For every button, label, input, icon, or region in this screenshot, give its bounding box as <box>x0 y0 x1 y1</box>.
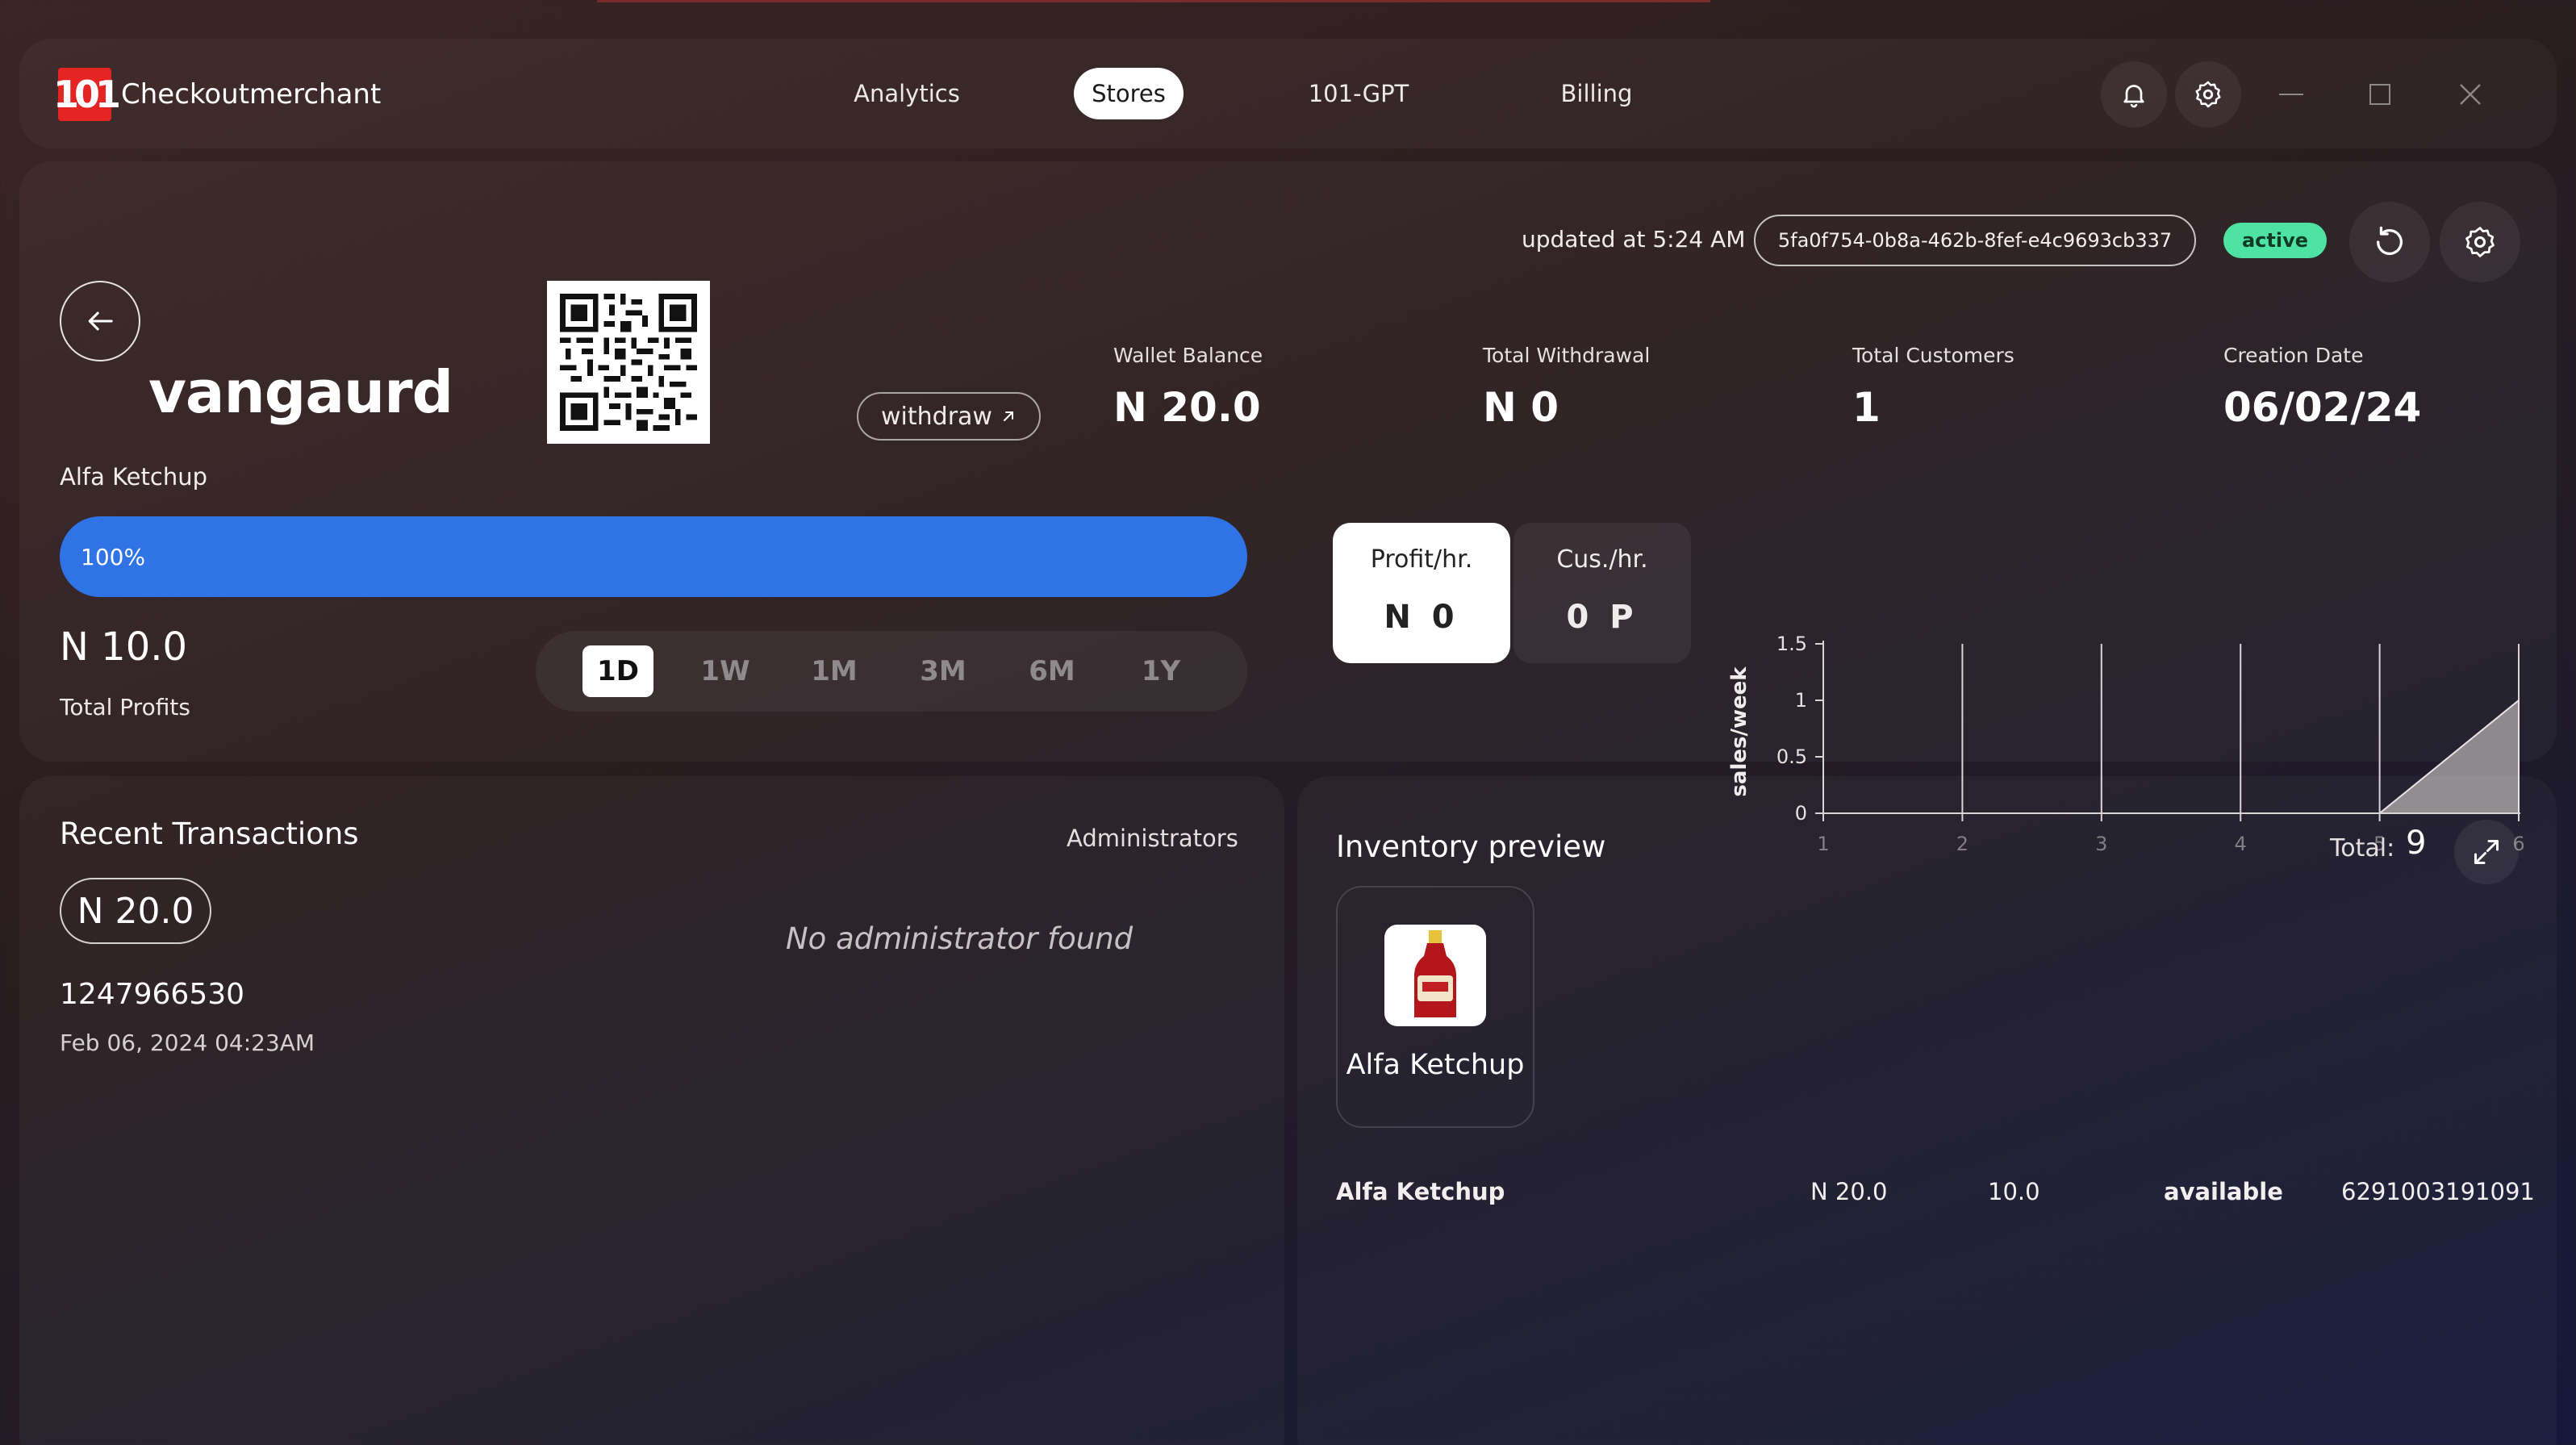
settings-button[interactable] <box>2175 61 2241 127</box>
range-1w[interactable]: 1W <box>689 645 762 697</box>
no-administrator-message: No administrator found <box>786 921 1134 956</box>
inventory-panel: Inventory preview Total: 9 Alfa Ketchup … <box>1297 776 2557 1445</box>
top-product-label: Alfa Ketchup <box>60 463 207 491</box>
refresh-button[interactable] <box>2349 202 2430 282</box>
withdraw-button[interactable]: withdraw <box>857 392 1041 441</box>
recent-transactions-title: Recent Transactions <box>60 816 359 851</box>
back-button[interactable] <box>60 281 140 361</box>
chart-y-tick-label: 0.5 <box>1776 745 1807 768</box>
total-profits-value: N 10.0 <box>60 624 188 670</box>
creation-date-value: 06/02/24 <box>2223 384 2422 431</box>
progress-percent: 100% <box>81 544 146 570</box>
store-qr-code[interactable] <box>547 281 710 444</box>
app-name: Checkoutmerchant <box>121 78 382 111</box>
product-progress-bar: 100% <box>60 516 1247 597</box>
wallet-balance-label: Wallet Balance <box>1113 344 1263 367</box>
store-settings-button[interactable] <box>2440 202 2520 282</box>
refresh-icon <box>2376 226 2403 255</box>
total-customers-label: Total Customers <box>1852 344 2014 367</box>
profit-per-hour-value: N 0 <box>1384 599 1459 636</box>
close-icon <box>2460 84 2481 105</box>
expand-inventory-button[interactable] <box>2454 820 2519 884</box>
inventory-total-label: Total: <box>2330 834 2395 862</box>
expand-icon <box>2474 840 2499 864</box>
ketchup-bottle-icon <box>1414 930 1456 1017</box>
inventory-row-name: Alfa Ketchup <box>1336 1178 1505 1205</box>
withdraw-label: withdraw <box>881 402 992 431</box>
top-navbar: 101 Checkoutmerchant Analytics Stores 10… <box>19 39 2557 148</box>
logo-mark: 101 <box>53 68 121 121</box>
close-button[interactable] <box>2454 74 2486 115</box>
transactions-panel: Recent Transactions N 20.0 1247966530 Fe… <box>19 776 1284 1445</box>
range-1m[interactable]: 1M <box>798 645 870 697</box>
nav-101-gpt[interactable]: 101-GPT <box>1294 68 1423 119</box>
status-badge: active <box>2223 223 2327 258</box>
nav-billing[interactable]: Billing <box>1544 68 1649 119</box>
transaction-amount[interactable]: N 20.0 <box>60 878 211 944</box>
time-range-selector: 1D 1W 1M 3M 6M 1Y <box>536 631 1247 712</box>
range-1d[interactable]: 1D <box>582 645 653 697</box>
store-name: vangaurd <box>148 358 453 426</box>
total-profits-label: Total Profits <box>60 694 190 720</box>
arrow-up-right-icon <box>1003 411 1013 421</box>
total-customers-value: 1 <box>1852 384 1881 431</box>
wallet-balance-value: N 20.0 <box>1113 384 1261 431</box>
inventory-item-name: Alfa Ketchup <box>1346 1049 1525 1081</box>
inventory-row-quantity: 10.0 <box>1988 1178 2040 1205</box>
profit-per-hour-card: Profit/hr. N 0 <box>1333 523 1510 663</box>
chart-y-tick-label: 1.5 <box>1776 633 1807 655</box>
maximize-button[interactable] <box>2364 74 2396 115</box>
minimize-icon <box>2279 94 2303 95</box>
total-withdrawal-value: N 0 <box>1483 384 1559 431</box>
product-image <box>1384 925 1486 1026</box>
inventory-title: Inventory preview <box>1336 829 1606 864</box>
nav-stores[interactable]: Stores <box>1074 68 1184 119</box>
bell-icon <box>2123 85 2144 108</box>
inventory-row-status: available <box>2164 1178 2283 1205</box>
administrators-title: Administrators <box>1067 825 1238 852</box>
range-1y[interactable]: 1Y <box>1125 645 1197 697</box>
gear-icon <box>2465 227 2495 257</box>
store-id-pill[interactable]: 5fa0f754-0b8a-462b-8fef-e4c9693cb337 <box>1754 215 2196 266</box>
chart-y-tick-label: 1 <box>1795 689 1807 712</box>
window-top-accent <box>597 0 1710 2</box>
customers-per-hour-value: 0 P <box>1566 599 1639 636</box>
customers-per-hour-card: Cus./hr. 0 P <box>1513 523 1691 663</box>
inventory-total-value: 9 <box>2406 825 2427 862</box>
back-arrow-icon <box>88 311 113 331</box>
total-withdrawal-label: Total Withdrawal <box>1483 344 1651 367</box>
qr-code-icon <box>560 294 697 431</box>
maximize-icon <box>2369 84 2390 105</box>
transaction-date: Feb 06, 2024 04:23AM <box>60 1029 315 1056</box>
nav-analytics[interactable]: Analytics <box>834 68 979 119</box>
transaction-id: 1247966530 <box>60 978 245 1011</box>
inventory-row-barcode: 6291003191091 <box>2341 1178 2535 1205</box>
profit-per-hour-label: Profit/hr. <box>1370 545 1473 574</box>
store-overview-panel: updated at 5:24 AM 5fa0f754-0b8a-462b-8f… <box>19 161 2557 855</box>
inventory-item-card[interactable]: Alfa Ketchup <box>1336 886 1534 1128</box>
inventory-row-price: N 20.0 <box>1810 1178 1888 1205</box>
notifications-button[interactable] <box>2101 61 2167 127</box>
range-6m[interactable]: 6M <box>1016 645 1088 697</box>
customers-per-hour-label: Cus./hr. <box>1556 545 1648 574</box>
creation-date-label: Creation Date <box>2223 344 2364 367</box>
range-3m[interactable]: 3M <box>907 645 979 697</box>
gear-icon <box>2195 81 2221 108</box>
minimize-button[interactable] <box>2275 74 2307 115</box>
updated-timestamp: updated at 5:24 AM <box>1522 226 1746 253</box>
app-logo[interactable]: 101 Checkoutmerchant <box>53 66 382 123</box>
